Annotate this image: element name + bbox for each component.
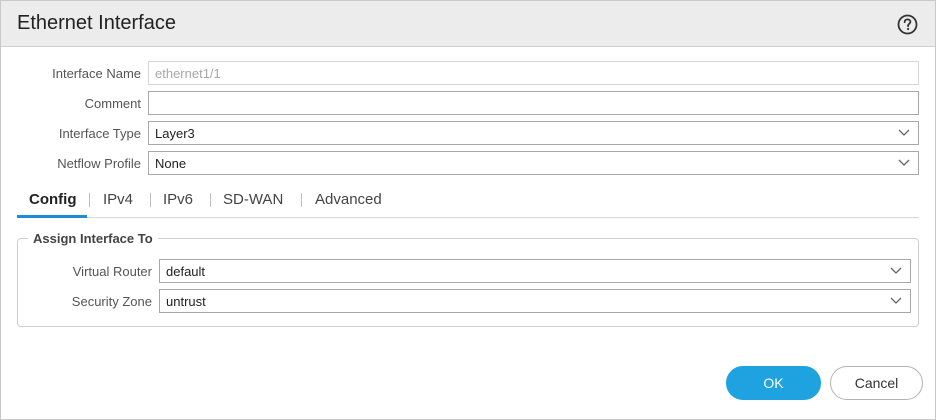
cancel-button[interactable]: Cancel bbox=[830, 366, 923, 400]
tab-bar: Config IPv4 IPv6 SD-WAN Advanced bbox=[17, 186, 919, 218]
dialog-title: Ethernet Interface bbox=[17, 12, 176, 34]
assign-interface-fieldset: Assign Interface To Virtual Router defau… bbox=[17, 231, 919, 327]
tab-ipv6[interactable]: IPv6 bbox=[163, 191, 193, 208]
tab-sd-wan[interactable]: SD-WAN bbox=[223, 191, 283, 208]
tab-separator bbox=[89, 193, 90, 207]
virtual-router-label: Virtual Router bbox=[72, 264, 152, 279]
chevron-down-icon bbox=[890, 297, 902, 304]
netflow-profile-value: None bbox=[155, 156, 187, 171]
tab-separator bbox=[210, 193, 211, 207]
netflow-profile-label: Netflow Profile bbox=[57, 156, 141, 171]
question-circle-icon[interactable] bbox=[897, 14, 918, 35]
security-zone-select[interactable]: untrust bbox=[159, 289, 911, 313]
security-zone-label: Security Zone bbox=[71, 294, 152, 309]
interface-type-label: Interface Type bbox=[58, 126, 141, 141]
ethernet-interface-dialog: Ethernet Interface Interface Name ethern… bbox=[0, 0, 936, 420]
interface-name-field: ethernet1/1 bbox=[148, 61, 919, 85]
virtual-router-value: default bbox=[166, 264, 206, 279]
tab-ipv4[interactable]: IPv4 bbox=[103, 191, 133, 208]
tab-advanced[interactable]: Advanced bbox=[315, 191, 382, 208]
chevron-down-icon bbox=[898, 159, 910, 166]
virtual-router-select[interactable]: default bbox=[159, 259, 911, 283]
comment-field[interactable] bbox=[148, 91, 919, 115]
security-zone-value: untrust bbox=[166, 294, 206, 309]
interface-type-select[interactable]: Layer3 bbox=[148, 121, 919, 145]
active-tab-indicator bbox=[17, 215, 87, 218]
chevron-down-icon bbox=[890, 267, 902, 274]
comment-label: Comment bbox=[84, 96, 141, 111]
interface-type-value: Layer3 bbox=[155, 126, 195, 141]
interface-name-label: Interface Name bbox=[52, 66, 141, 81]
chevron-down-icon bbox=[898, 129, 910, 136]
tab-config[interactable]: Config bbox=[29, 191, 76, 208]
tab-separator bbox=[150, 193, 151, 207]
ok-button[interactable]: OK bbox=[726, 366, 821, 400]
netflow-profile-select[interactable]: None bbox=[148, 151, 919, 175]
tab-separator bbox=[301, 193, 302, 207]
dialog-header: Ethernet Interface bbox=[1, 1, 935, 47]
assign-interface-legend: Assign Interface To bbox=[28, 231, 158, 246]
